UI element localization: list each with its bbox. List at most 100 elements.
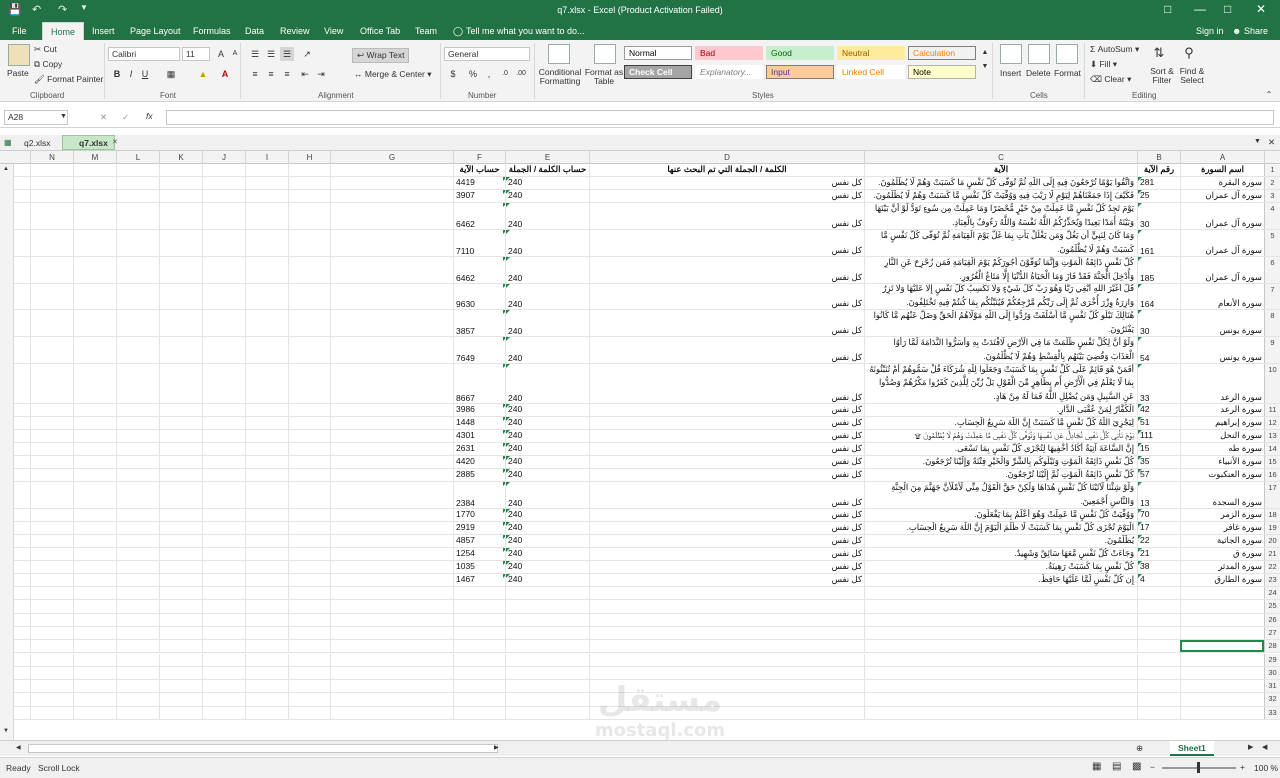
column-header-b[interactable]: B	[1137, 151, 1180, 164]
empty-cell[interactable]	[245, 443, 288, 455]
column-header-m[interactable]: M	[73, 151, 116, 164]
empty-cell[interactable]	[202, 164, 245, 176]
empty-cell[interactable]	[288, 706, 330, 719]
empty-cell[interactable]	[245, 640, 288, 653]
row-header[interactable]: 9	[1264, 337, 1280, 363]
cell-ayah-number[interactable]: 281	[1137, 177, 1180, 189]
cell-surah-name[interactable]: سورة طه	[1180, 443, 1264, 455]
cell-ayah-count[interactable]: 4420	[453, 456, 505, 468]
cell-phrase-count[interactable]: 240	[505, 404, 589, 416]
empty-cell[interactable]	[116, 653, 159, 666]
sign-in-link[interactable]: Sign in	[1196, 26, 1224, 36]
empty-cell[interactable]	[116, 310, 159, 336]
cell-search-phrase[interactable]: كل نفس	[589, 548, 864, 560]
empty-cell[interactable]	[30, 600, 73, 613]
cell-search-phrase[interactable]: كل نفس	[589, 337, 864, 363]
empty-cell[interactable]	[116, 469, 159, 481]
tab-home[interactable]: Home	[42, 22, 85, 40]
empty-cell[interactable]	[589, 653, 864, 666]
empty-cell[interactable]	[330, 613, 453, 626]
delete-cells-icon[interactable]	[1028, 44, 1050, 64]
empty-cell[interactable]	[589, 680, 864, 693]
row-header[interactable]: 14	[1264, 443, 1280, 455]
tab-review[interactable]: Review	[280, 26, 310, 36]
empty-cell[interactable]	[116, 574, 159, 586]
row-header[interactable]: 33	[1264, 706, 1280, 719]
empty-cell[interactable]	[330, 693, 453, 706]
tab-team[interactable]: Team	[415, 26, 437, 36]
cell-phrase-count[interactable]: 240	[505, 190, 589, 202]
cell-search-phrase[interactable]: كل نفس	[589, 310, 864, 336]
empty-cell[interactable]	[159, 177, 202, 189]
empty-cell[interactable]	[330, 469, 453, 481]
cell-ayah-number[interactable]: 57	[1137, 469, 1180, 481]
empty-cell[interactable]	[453, 587, 505, 600]
empty-cell[interactable]	[288, 680, 330, 693]
empty-cell[interactable]	[245, 482, 288, 508]
empty-cell[interactable]	[330, 364, 453, 403]
empty-cell[interactable]	[159, 404, 202, 416]
cell-surah-name[interactable]: سورة يونس	[1180, 310, 1264, 336]
minimize-icon[interactable]: —	[1194, 2, 1206, 16]
cell-surah-name[interactable]: سورة النحل	[1180, 430, 1264, 442]
cell-ayah-count[interactable]: 6462	[453, 257, 505, 283]
tab-insert[interactable]: Insert	[92, 26, 115, 36]
row-header[interactable]: 24	[1264, 587, 1280, 600]
column-header-j[interactable]: J	[202, 151, 245, 164]
empty-cell[interactable]	[202, 177, 245, 189]
empty-cell[interactable]	[30, 430, 73, 442]
cell-search-phrase[interactable]: كل نفس	[589, 561, 864, 573]
delete-cells-button[interactable]: Delete	[1026, 68, 1051, 78]
empty-cell[interactable]	[288, 310, 330, 336]
empty-cell[interactable]	[116, 561, 159, 573]
cell-ayah-number[interactable]: 161	[1137, 230, 1180, 256]
cell-phrase-count[interactable]: 240	[505, 509, 589, 521]
paste-icon[interactable]	[8, 44, 30, 66]
cell-ayah-count[interactable]: 2885	[453, 469, 505, 481]
row-header[interactable]: 27	[1264, 626, 1280, 640]
empty-cell[interactable]	[159, 430, 202, 442]
cell-phrase-count[interactable]: 240	[505, 430, 589, 442]
cell-search-phrase[interactable]: كل نفس	[589, 284, 864, 309]
empty-cell[interactable]	[864, 706, 1137, 719]
empty-cell[interactable]	[30, 653, 73, 666]
column-header-l[interactable]: L	[116, 151, 159, 164]
fill-color-icon[interactable]: ▲	[196, 67, 210, 81]
cell-search-phrase[interactable]: كل نفس	[589, 404, 864, 416]
empty-cell[interactable]	[330, 587, 453, 600]
formula-input[interactable]	[166, 110, 1274, 125]
cell-ayah-text[interactable]: وَلَوْ شِئْنَا لَآتَيْنَا كُلَّ نَفْسٍ ه…	[864, 482, 1137, 508]
row-header[interactable]: 21	[1264, 548, 1280, 560]
empty-cell[interactable]	[116, 600, 159, 613]
empty-cell[interactable]	[73, 640, 116, 653]
page-layout-view-icon[interactable]: ▤	[1112, 761, 1121, 772]
cell-ayah-count[interactable]: 3857	[453, 310, 505, 336]
empty-cell[interactable]	[330, 310, 453, 336]
empty-cell[interactable]	[288, 640, 330, 653]
empty-cell[interactable]	[202, 535, 245, 547]
empty-cell[interactable]	[288, 430, 330, 442]
empty-cell[interactable]	[1180, 587, 1264, 600]
empty-cell[interactable]	[288, 456, 330, 468]
row-header[interactable]: 23	[1264, 574, 1280, 586]
scroll-right-icon[interactable]: ▶	[494, 744, 499, 751]
cell-surah-name[interactable]: سورة الرعد	[1180, 364, 1264, 403]
empty-cell[interactable]	[288, 600, 330, 613]
empty-cell[interactable]	[288, 164, 330, 176]
scroll-up-icon[interactable]: ▲	[3, 166, 9, 172]
empty-cell[interactable]	[116, 430, 159, 442]
conditional-formatting-icon[interactable]	[548, 44, 570, 64]
decrease-indent-icon[interactable]: ⇤	[298, 67, 312, 81]
cell-search-phrase[interactable]: كل نفس	[589, 364, 864, 403]
empty-cell[interactable]	[159, 456, 202, 468]
row-header[interactable]: 28	[1264, 640, 1280, 653]
empty-cell[interactable]	[202, 509, 245, 521]
normal-view-icon[interactable]: ▦	[1092, 761, 1101, 772]
name-box-dropdown-icon[interactable]: ▼	[60, 113, 67, 120]
cell-ayah-number[interactable]: 22	[1137, 535, 1180, 547]
cell-ayah-number[interactable]: 111	[1137, 430, 1180, 442]
empty-cell[interactable]	[159, 706, 202, 719]
empty-cell[interactable]	[864, 600, 1137, 613]
cell-phrase-count[interactable]: 240	[505, 535, 589, 547]
empty-cell[interactable]	[202, 640, 245, 653]
